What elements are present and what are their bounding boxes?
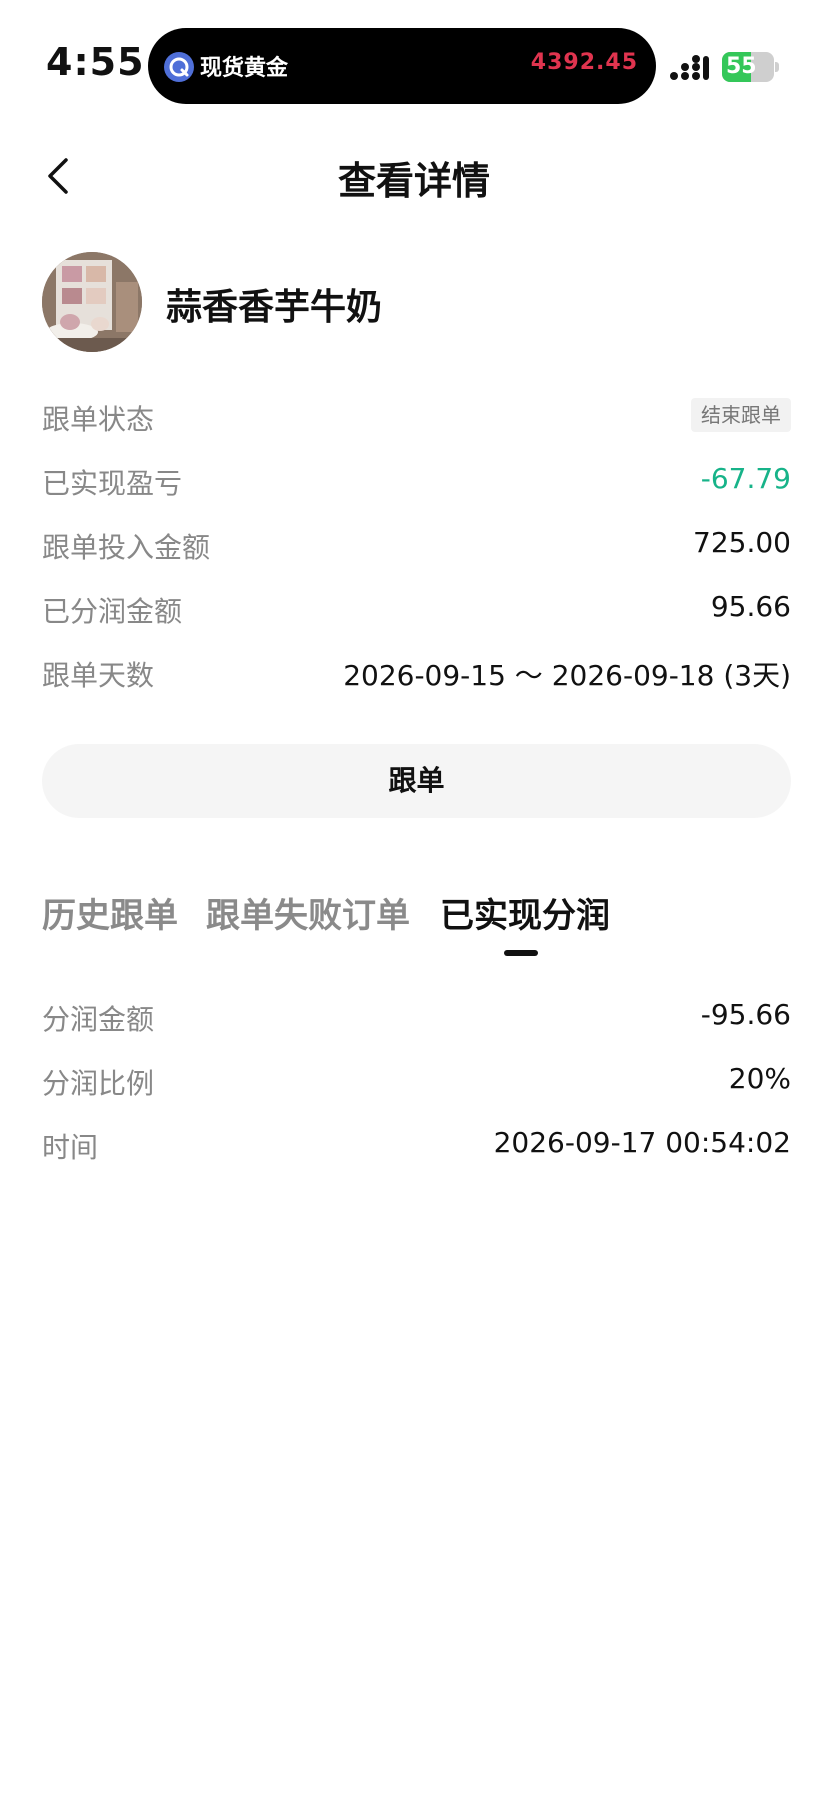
follow-info-list: 跟单状态 结束跟单 已实现盈亏 -67.79 跟单投入金额 725.00 已分润…	[42, 384, 791, 704]
page-title: 查看详情	[337, 159, 490, 203]
info-label: 已分润金额	[42, 595, 183, 628]
battery-level: 55	[726, 54, 757, 79]
detail-row-share-ratio: 分润比例 20%	[42, 1048, 791, 1112]
follow-button[interactable]: 跟单	[42, 744, 791, 818]
detail-value: 20%	[728, 1062, 791, 1095]
status-bar: 4:55 现货黄金 4392.45 55	[0, 0, 828, 130]
info-row-shared-profit: 已分润金额 95.66	[42, 576, 791, 640]
tab-bar: 历史跟单 跟单失败订单 已实现分润	[42, 880, 791, 960]
status-badge: 结束跟单	[691, 398, 791, 432]
tab-failed-orders[interactable]: 跟单失败订单	[206, 888, 410, 937]
info-value: 2026-09-15 ～ 2026-09-18 (3天)	[343, 659, 791, 692]
info-row-invested-amount: 跟单投入金额 725.00	[42, 512, 791, 576]
info-row-status: 跟单状态 结束跟单	[42, 384, 791, 448]
info-label: 已实现盈亏	[42, 467, 183, 500]
info-value: 725.00	[693, 526, 791, 559]
detail-value: -95.66	[700, 998, 791, 1031]
info-label: 跟单投入金额	[42, 531, 211, 564]
detail-label: 分润金额	[42, 1003, 155, 1036]
tab-realized-profit-share[interactable]: 已实现分润	[440, 888, 610, 937]
cellular-signal-icon	[668, 54, 712, 82]
trader-name: 蒜香香芋牛奶	[166, 287, 383, 328]
detail-value: 2026-09-17 00:54:02	[493, 1126, 791, 1159]
live-activity-price: 4392.45	[530, 50, 638, 75]
detail-row-share-amount: 分润金额 -95.66	[42, 984, 791, 1048]
info-value: 95.66	[710, 590, 791, 623]
info-label: 跟单状态	[42, 403, 155, 436]
status-time: 4:55	[46, 40, 145, 84]
detail-label: 分润比例	[42, 1067, 155, 1100]
battery-icon: 55	[722, 52, 779, 82]
profit-share-detail-list: 分润金额 -95.66 分润比例 20% 时间 2026-09-17 00:54…	[42, 984, 791, 1176]
info-label: 跟单天数	[42, 659, 155, 692]
nav-bar: 查看详情	[0, 130, 828, 220]
active-tab-indicator	[504, 950, 538, 956]
info-row-realized-pnl: 已实现盈亏 -67.79	[42, 448, 791, 512]
trader-profile: 蒜香香芋牛奶	[42, 252, 786, 352]
live-activity-app-icon	[164, 52, 194, 82]
detail-row-time: 时间 2026-09-17 00:54:02	[42, 1112, 791, 1176]
dynamic-island[interactable]: 现货黄金 4392.45	[148, 28, 656, 104]
info-value: -67.79	[700, 462, 791, 495]
avatar	[42, 252, 142, 352]
detail-label: 时间	[42, 1131, 99, 1164]
live-activity-label: 现货黄金	[200, 56, 289, 81]
tab-follow-history[interactable]: 历史跟单	[42, 888, 178, 937]
info-row-follow-days: 跟单天数 2026-09-15 ～ 2026-09-18 (3天)	[42, 640, 791, 704]
